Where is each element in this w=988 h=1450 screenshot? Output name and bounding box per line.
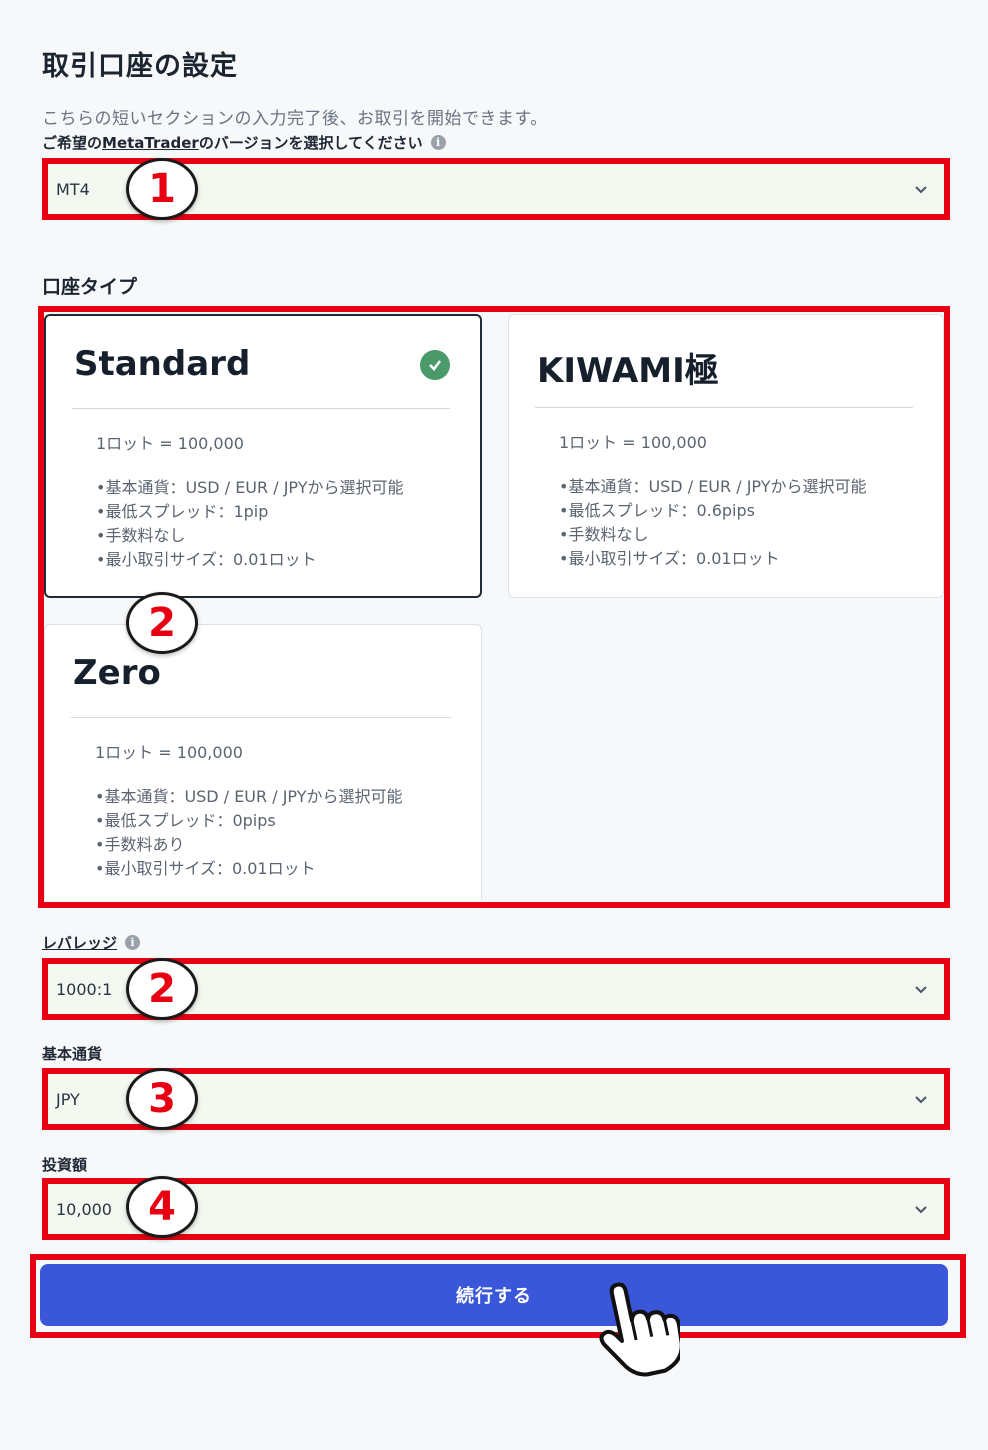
account-card-standard[interactable]: Standard 1ロット = 100,000 •基本通貨：USD / EUR …: [44, 314, 482, 598]
chevron-down-icon: [915, 1096, 927, 1104]
feature-item: •基本通貨：USD / EUR / JPYから選択可能: [95, 787, 403, 806]
step-badge-4: 4: [126, 1176, 198, 1238]
page-title: 取引口座の設定: [42, 51, 238, 82]
feature-item: •最低スプレッド：0.6pips: [559, 501, 755, 520]
step-badge-3: 3: [126, 1068, 198, 1130]
account-card-title: Standard: [74, 344, 251, 384]
card-divider: [535, 407, 913, 408]
step-badge-1: 1: [126, 158, 198, 220]
feature-item: •基本通貨：USD / EUR / JPYから選択可能: [559, 477, 867, 496]
investment-label-text: 投資額: [42, 1156, 88, 1174]
platform-label-prefix: ご希望の: [42, 134, 103, 152]
feature-item: •最低スプレッド：1pip: [96, 502, 269, 521]
account-card-kiwami[interactable]: KIWAMI極 1ロット = 100,000 •基本通貨：USD / EUR /…: [508, 314, 944, 598]
leverage-label: レバレッジ i: [42, 932, 141, 953]
feature-item: •手数料なし: [96, 526, 186, 545]
feature-item: •手数料あり: [95, 835, 185, 854]
account-card-features: •基本通貨：USD / EUR / JPYから選択可能 •最低スプレッド：0.6…: [559, 475, 866, 571]
account-card-zero[interactable]: Zero 1ロット = 100,000 •基本通貨：USD / EUR / JP…: [44, 624, 482, 900]
base-currency-label: 基本通貨: [42, 1043, 102, 1064]
investment-label: 投資額: [42, 1154, 87, 1175]
platform-label: ご希望のMetaTraderのバージョンを選択してください i: [42, 132, 446, 153]
account-card-features: •基本通貨：USD / EUR / JPYから選択可能 •最低スプレッド：0pi…: [95, 785, 402, 881]
step-badge-2-leverage: 2: [126, 958, 198, 1020]
account-card-lot: 1ロット = 100,000: [559, 433, 707, 452]
info-icon[interactable]: i: [430, 135, 446, 150]
leverage-label-text[interactable]: レバレッジ: [42, 932, 117, 953]
card-divider: [71, 717, 451, 718]
continue-button[interactable]: 続行する: [40, 1264, 948, 1326]
feature-item: •最低スプレッド：0pips: [95, 811, 276, 830]
check-circle-icon: [420, 350, 450, 380]
base-currency-label-text: 基本通貨: [42, 1045, 103, 1063]
chevron-down-icon: [915, 186, 927, 194]
account-card-features: •基本通貨：USD / EUR / JPYから選択可能 •最低スプレッド：1pi…: [96, 476, 403, 572]
feature-item: •最小取引サイズ：0.01ロット: [95, 859, 316, 878]
account-card-title: KIWAMI極: [537, 351, 719, 391]
feature-item: •基本通貨：USD / EUR / JPYから選択可能: [96, 478, 404, 497]
hand-pointer-icon: [599, 1282, 680, 1377]
chevron-down-icon: [915, 986, 927, 994]
account-card-lot: 1ロット = 100,000: [96, 434, 244, 453]
info-icon[interactable]: i: [125, 935, 141, 950]
account-card-title: Zero: [73, 653, 161, 693]
feature-item: •手数料なし: [559, 525, 649, 544]
step-badge-2: 2: [126, 592, 198, 654]
feature-item: •最小取引サイズ：0.01ロット: [559, 549, 780, 568]
account-card-lot: 1ロット = 100,000: [95, 743, 243, 762]
metatrader-link[interactable]: MetaTrader: [102, 134, 199, 152]
page-subtitle: こちらの短いセクションの入力完了後、お取引を開始できます。: [42, 109, 548, 129]
feature-item: •最小取引サイズ：0.01ロット: [96, 550, 317, 569]
account-type-title: 口座タイプ: [42, 276, 138, 298]
card-divider: [72, 408, 450, 409]
platform-label-suffix: のバージョンを選択してください: [198, 134, 423, 152]
chevron-down-icon: [915, 1206, 927, 1214]
